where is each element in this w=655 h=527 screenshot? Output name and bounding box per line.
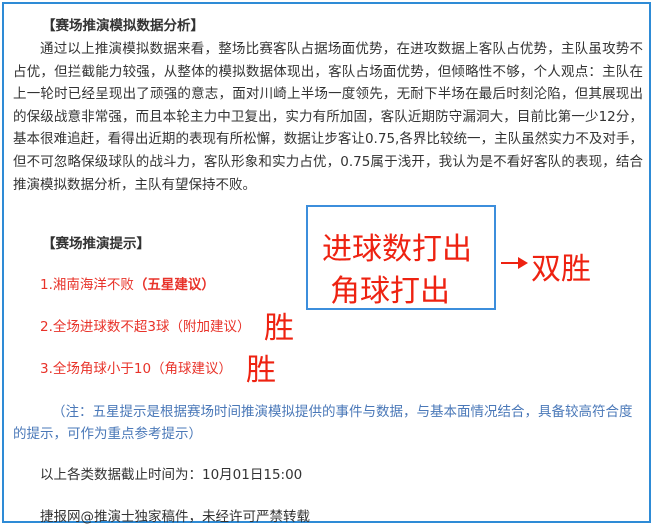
tip-3: 3.全场角球小于10（角球建议）	[40, 361, 233, 377]
copyright-text: 捷报网@推演士独家稿件，未经许可严禁转载	[40, 509, 310, 525]
arrow-right-icon	[518, 257, 528, 269]
callout-corners-hit: 角球打出	[330, 274, 450, 309]
mark-tip2-win: 胜	[264, 311, 294, 346]
analysis-heading: 【赛场推演模拟数据分析】	[42, 18, 204, 34]
callout-double-win: 双胜	[531, 252, 591, 287]
deadline-text: 以上各类数据截止时间为：10月01日15:00	[40, 467, 303, 483]
note-line-1: （注：五星提示是根据赛场时间推演模拟提供的事件与数据，与基本面情况结合，具备较高…	[52, 404, 633, 420]
callout-goals-hit: 进球数打出	[322, 232, 472, 267]
tip-1-text: 1.湘南海洋不败	[40, 277, 134, 293]
tip-2: 2.全场进球数不超3球（附加建议）	[40, 319, 251, 335]
analysis-paragraph: 通过以上推演模拟数据来看，整场比赛客队占据场面优势，在进攻数据上客队占优势，主队…	[13, 41, 643, 193]
tip-1: 1.湘南海洋不败（五星建议）	[40, 273, 215, 293]
mark-tip3-win: 胜	[246, 353, 276, 388]
tip-1-suffix: （五星建议）	[133, 277, 215, 293]
tips-heading: 【赛场推演提示】	[42, 236, 150, 252]
note-line-2: 的提示，可作为重点参考提示）	[13, 426, 202, 442]
